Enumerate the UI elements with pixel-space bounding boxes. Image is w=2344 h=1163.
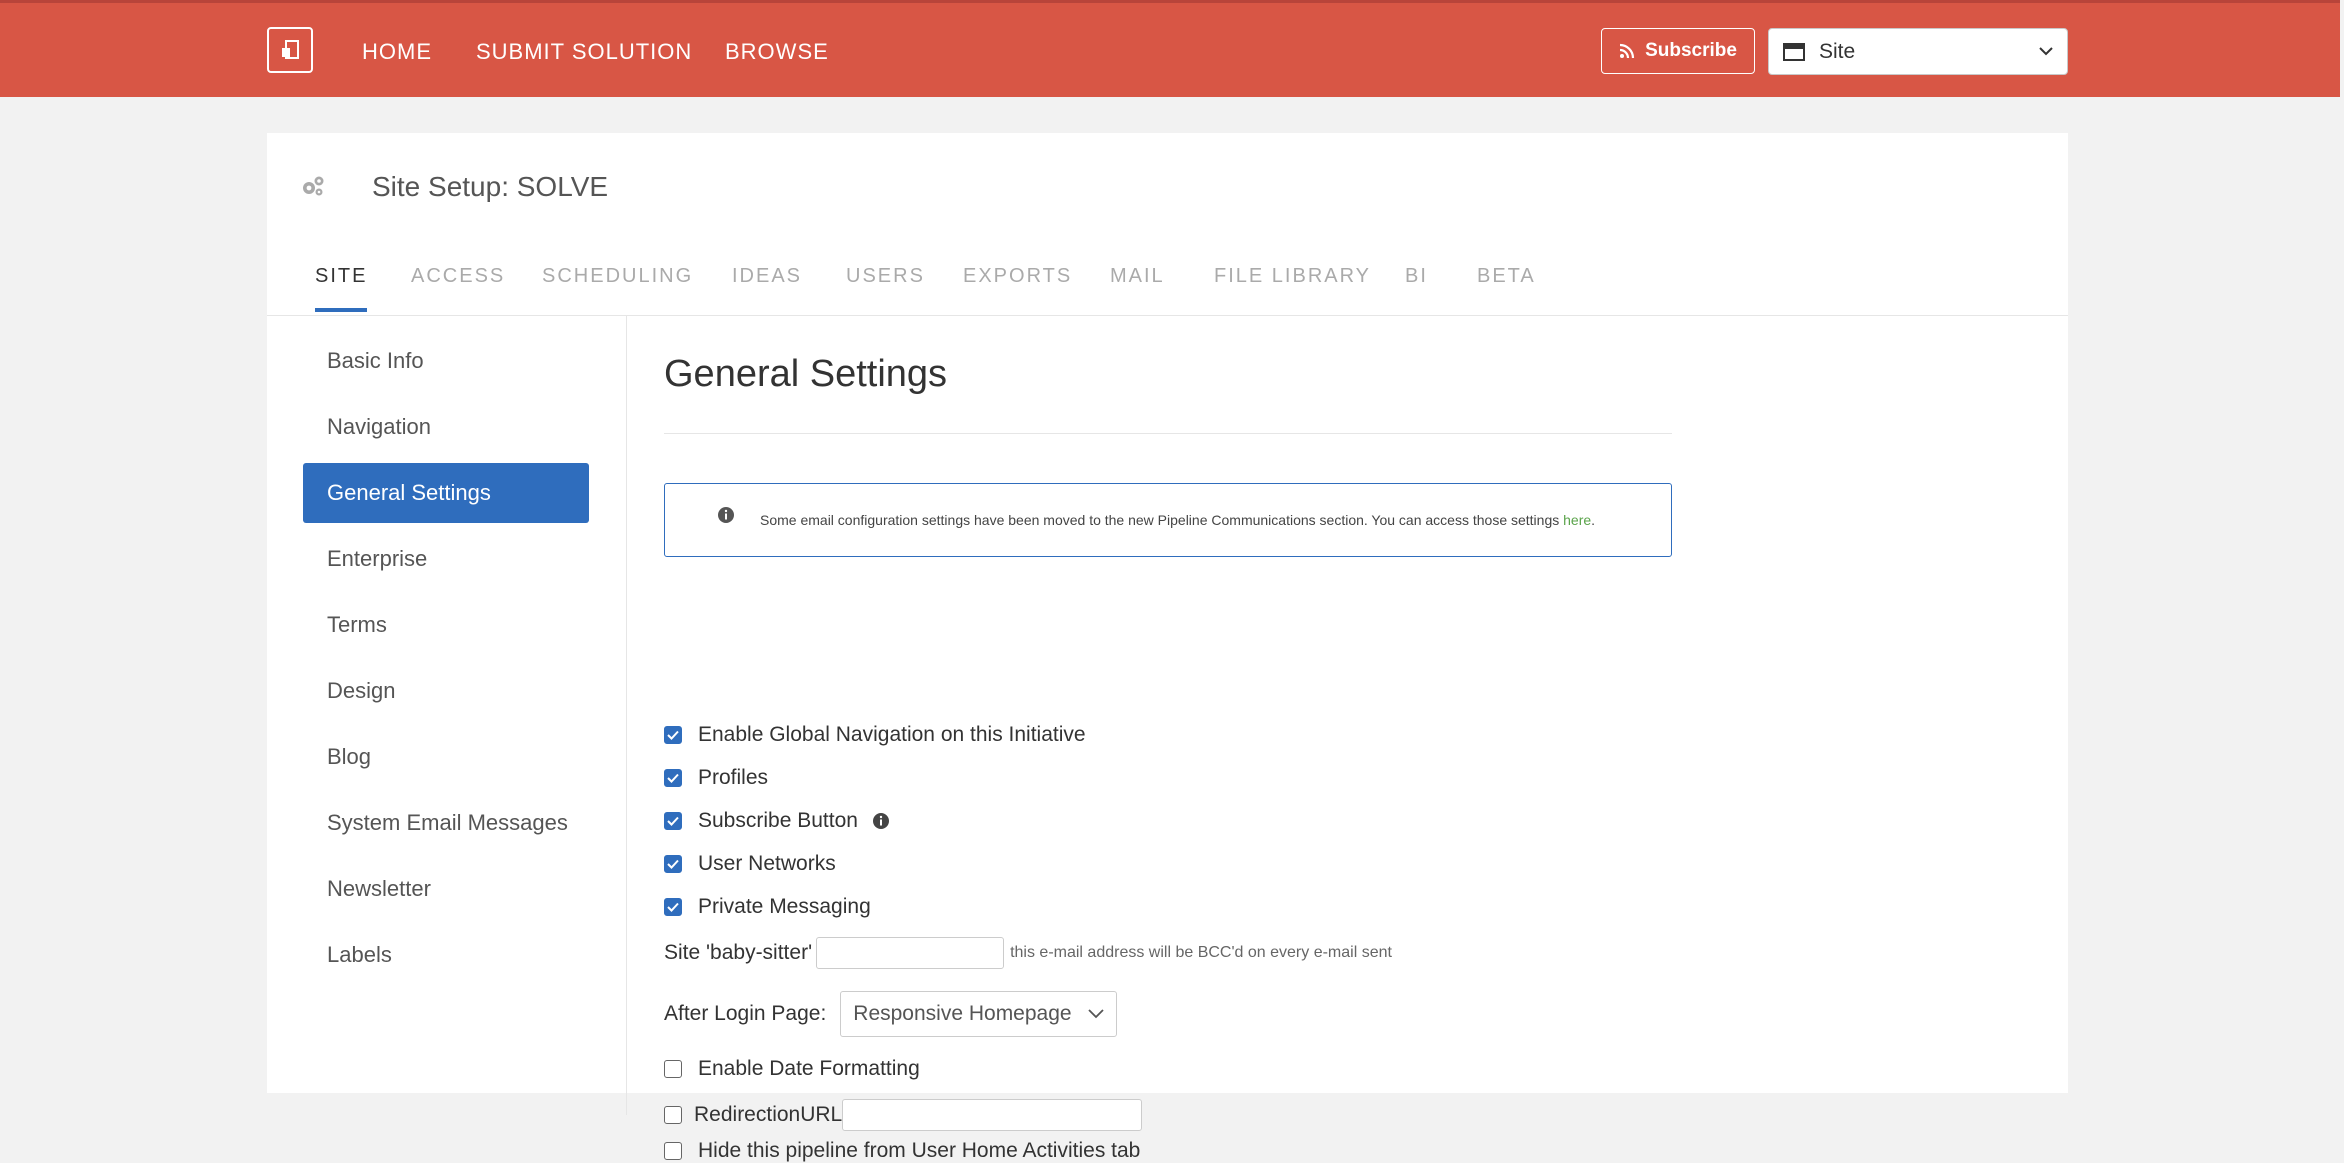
nav-home[interactable]: HOME — [362, 39, 432, 65]
tab-exports[interactable]: EXPORTS — [963, 265, 1072, 308]
hide-pipeline-checkbox[interactable] — [664, 1142, 682, 1160]
option-redirection-url: RedirectionURL — [664, 1099, 1143, 1131]
date-formatting-checkbox[interactable] — [664, 1060, 682, 1078]
info-alert: Some email configuration settings have b… — [664, 483, 1672, 557]
nav-submit-solution[interactable]: SUBMIT SOLUTION — [476, 39, 692, 65]
window-icon — [1783, 42, 1805, 61]
private-messaging-checkbox[interactable] — [664, 898, 682, 916]
site-setup-card: Site Setup: SOLVE SITE ACCESS SCHEDULING… — [267, 133, 2068, 1162]
info-icon — [718, 507, 734, 523]
section-divider — [664, 433, 1672, 434]
redirection-url-input[interactable] — [842, 1099, 1143, 1131]
tab-users[interactable]: USERS — [846, 265, 925, 308]
tab-scheduling[interactable]: SCHEDULING — [542, 265, 693, 308]
site-select-dropdown[interactable]: Site — [1768, 28, 2068, 75]
tab-mail[interactable]: MAIL — [1110, 265, 1165, 308]
sidebar-item-blog[interactable]: Blog — [303, 727, 589, 787]
redirection-url-label: RedirectionURL — [694, 1103, 843, 1126]
settings-tabs: SITE ACCESS SCHEDULING IDEAS USERS EXPOR… — [267, 213, 2068, 316]
tab-file-library[interactable]: FILE LIBRARY — [1214, 265, 1371, 308]
subscribe-button-option-label: Subscribe Button — [698, 809, 858, 832]
top-navigation-bar: HOME SUBMIT SOLUTION BROWSE Subscribe Si… — [0, 0, 2340, 97]
after-login-select-value: Responsive Homepage — [853, 1002, 1072, 1025]
option-date-formatting: Enable Date Formatting — [664, 1057, 920, 1081]
subscribe-button[interactable]: Subscribe — [1601, 28, 1755, 74]
alert-message-end: . — [1591, 512, 1596, 528]
user-networks-checkbox[interactable] — [664, 855, 682, 873]
babysitter-hint: this e-mail address will be BCC'd on eve… — [1010, 944, 1392, 961]
tab-ideas[interactable]: IDEAS — [732, 265, 802, 308]
tab-beta[interactable]: BETA — [1477, 265, 1536, 308]
alert-message-text: Some email configuration settings have b… — [760, 512, 1564, 528]
nav-browse[interactable]: BROWSE — [725, 39, 829, 65]
site-select-value: Site — [1819, 39, 1856, 63]
subscribe-button-checkbox[interactable] — [664, 812, 682, 830]
app-logo-button[interactable] — [267, 27, 313, 73]
sidebar-item-basic-info[interactable]: Basic Info — [303, 331, 589, 391]
option-user-networks: User Networks — [664, 852, 836, 876]
user-networks-label: User Networks — [698, 852, 836, 875]
tab-bi[interactable]: BI — [1405, 265, 1428, 308]
checkmark-icon — [667, 816, 679, 826]
profiles-checkbox[interactable] — [664, 769, 682, 787]
global-navigation-label: Enable Global Navigation on this Initiat… — [698, 723, 1086, 746]
hide-pipeline-label: Hide this pipeline from User Home Activi… — [698, 1139, 1141, 1162]
tab-site[interactable]: SITE — [315, 265, 368, 312]
sidebar-item-enterprise[interactable]: Enterprise — [303, 529, 589, 589]
private-messaging-label: Private Messaging — [698, 895, 871, 918]
tab-access[interactable]: ACCESS — [411, 265, 505, 308]
option-private-messaging: Private Messaging — [664, 895, 871, 919]
profiles-label: Profiles — [698, 766, 769, 789]
babysitter-label: Site 'baby-sitter' — [664, 941, 813, 964]
option-hide-pipeline: Hide this pipeline from User Home Activi… — [664, 1139, 1140, 1163]
redirection-url-checkbox[interactable] — [664, 1106, 682, 1124]
sidebar-item-system-email-messages[interactable]: System Email Messages — [303, 793, 589, 853]
babysitter-row: Site 'baby-sitter' this e-mail address w… — [664, 937, 1392, 969]
option-subscribe-button: Subscribe Button — [664, 809, 890, 833]
alert-here-link[interactable]: here — [1563, 512, 1591, 528]
after-login-select[interactable]: Responsive Homepage — [840, 991, 1117, 1037]
date-formatting-label: Enable Date Formatting — [698, 1057, 920, 1080]
info-icon[interactable] — [872, 812, 890, 830]
after-login-label: After Login Page: — [664, 1002, 827, 1025]
checkmark-icon — [667, 730, 679, 740]
sidebar-item-navigation[interactable]: Navigation — [303, 397, 589, 457]
page-title: Site Setup: SOLVE — [372, 171, 609, 202]
global-navigation-checkbox[interactable] — [664, 726, 682, 744]
chevron-down-icon — [1087, 1009, 1104, 1019]
checkmark-icon — [667, 859, 679, 869]
sidebar-item-general-settings[interactable]: General Settings — [303, 463, 589, 523]
logo-icon — [282, 40, 299, 59]
option-profiles: Profiles — [664, 766, 768, 790]
gears-icon — [303, 176, 324, 196]
sidebar-item-labels[interactable]: Labels — [303, 925, 589, 985]
after-login-row: After Login Page: Responsive Homepage — [664, 991, 1117, 1037]
alert-message: Some email configuration settings have b… — [760, 512, 1595, 528]
sidebar-item-terms[interactable]: Terms — [303, 595, 589, 655]
option-global-navigation: Enable Global Navigation on this Initiat… — [664, 723, 1086, 747]
section-title: General Settings — [664, 353, 948, 395]
babysitter-email-input[interactable] — [816, 937, 1005, 969]
sidebar-item-design[interactable]: Design — [303, 661, 589, 721]
chevron-down-icon — [2039, 47, 2053, 56]
rss-icon — [1619, 43, 1635, 59]
settings-sidebar: Basic Info Navigation General Settings E… — [267, 315, 627, 1115]
checkmark-icon — [667, 773, 679, 783]
sidebar-item-newsletter[interactable]: Newsletter — [303, 859, 589, 919]
checkmark-icon — [667, 902, 679, 912]
subscribe-button-label: Subscribe — [1645, 40, 1737, 61]
